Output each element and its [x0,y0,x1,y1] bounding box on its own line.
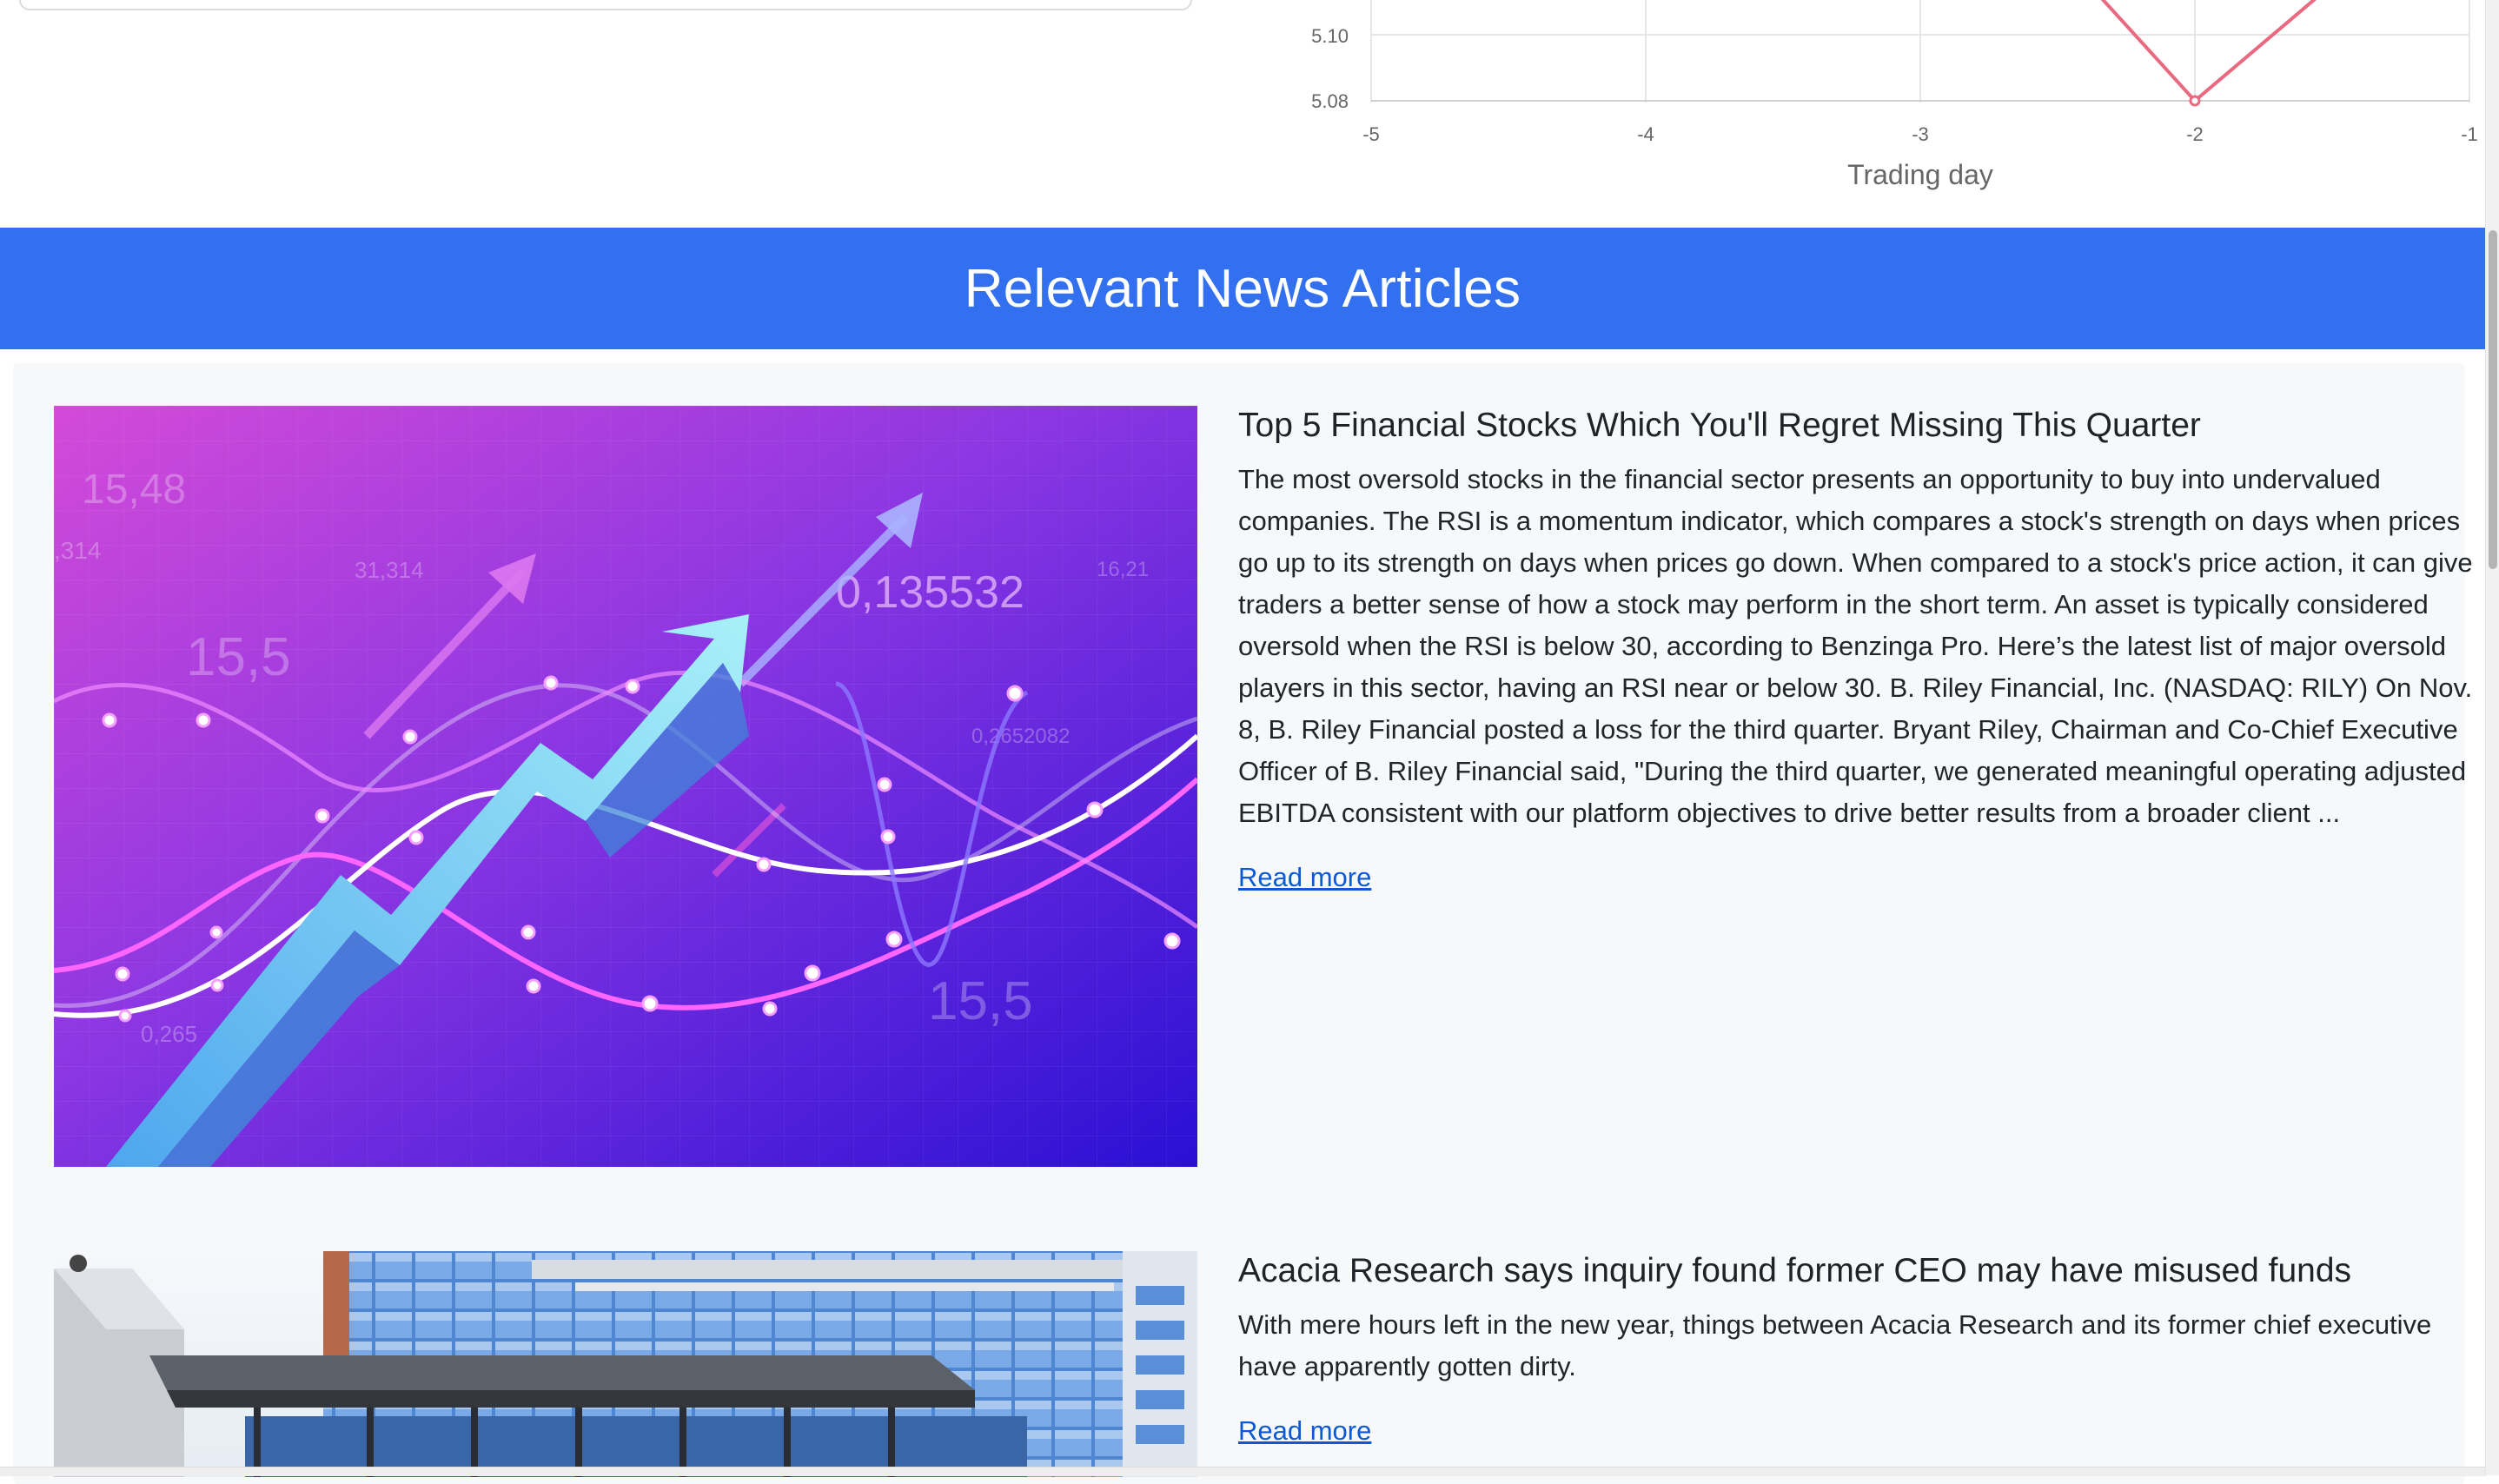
stock-growth-illustration: 15,48 ,314 31,314 15,5 0,135532 16,21 0,… [54,406,1197,1167]
news-heading: Relevant News Articles [964,258,1521,319]
image-number: 15,5 [186,627,291,687]
image-number: 15,48 [82,467,186,513]
x-tick-label: -5 [1362,123,1380,145]
vertical-scrollbar-thumb[interactable] [2489,230,2497,569]
image-number: 0,135532 [836,567,1024,618]
x-tick-label: -3 [1912,123,1929,145]
read-more-link[interactable]: Read more [1238,1415,1371,1447]
y-tick-label: 5.08 [1311,90,1349,112]
article-image-building[interactable] [54,1251,1197,1477]
vertical-scrollbar-track[interactable] [2485,0,2499,1475]
x-axis-label: Trading day [1847,159,1993,190]
news-list: 15,48 ,314 31,314 15,5 0,135532 16,21 0,… [13,363,2473,1484]
article-content: Acacia Research says inquiry found forme… [1238,1251,2481,1447]
image-number: 31,314 [355,557,424,583]
office-building-photo [54,1251,1197,1477]
article-image-stock-chart[interactable]: 15,48 ,314 31,314 15,5 0,135532 16,21 0,… [54,406,1197,1167]
image-number: 15,5 [928,971,1033,1031]
article-content: Top 5 Financial Stocks Which You'll Regr… [1238,406,2481,893]
image-number: ,314 [54,537,102,564]
article-summary: The most oversold stocks in the financia… [1238,463,2473,828]
y-tick-label: 5.10 [1311,25,1349,47]
data-point [2189,95,2201,107]
news-banner: Relevant News Articles [0,228,2485,349]
read-more-link[interactable]: Read more [1238,862,1371,893]
article-title[interactable]: Top 5 Financial Stocks Which You'll Regr… [1238,406,2481,447]
horizontal-scrollbar[interactable] [0,1467,2485,1476]
x-tick-label: -4 [1637,123,1654,145]
top-region: 5.10 5.08 -5 -4 -3 -2 -1 Trading day [0,0,2485,228]
chart-grid [1370,0,2470,103]
image-number: 16,21 [1097,558,1149,581]
x-tick-label: -1 [2461,123,2478,145]
stock-info-card [19,0,1192,10]
image-number: 0,2652082 [971,725,1070,748]
price-chart: 5.10 5.08 -5 -4 -3 -2 -1 Trading day [1311,0,2478,190]
article-summary: With mere hours left in the new year, th… [1238,1308,2432,1381]
news-article: Acacia Research says inquiry found forme… [54,1251,2452,1477]
news-article: 15,48 ,314 31,314 15,5 0,135532 16,21 0,… [54,406,2473,1167]
article-title[interactable]: Acacia Research says inquiry found forme… [1238,1251,2481,1292]
price-line [2100,0,2317,103]
image-number: 0,265 [141,1021,197,1047]
x-tick-label: -2 [2186,123,2204,145]
